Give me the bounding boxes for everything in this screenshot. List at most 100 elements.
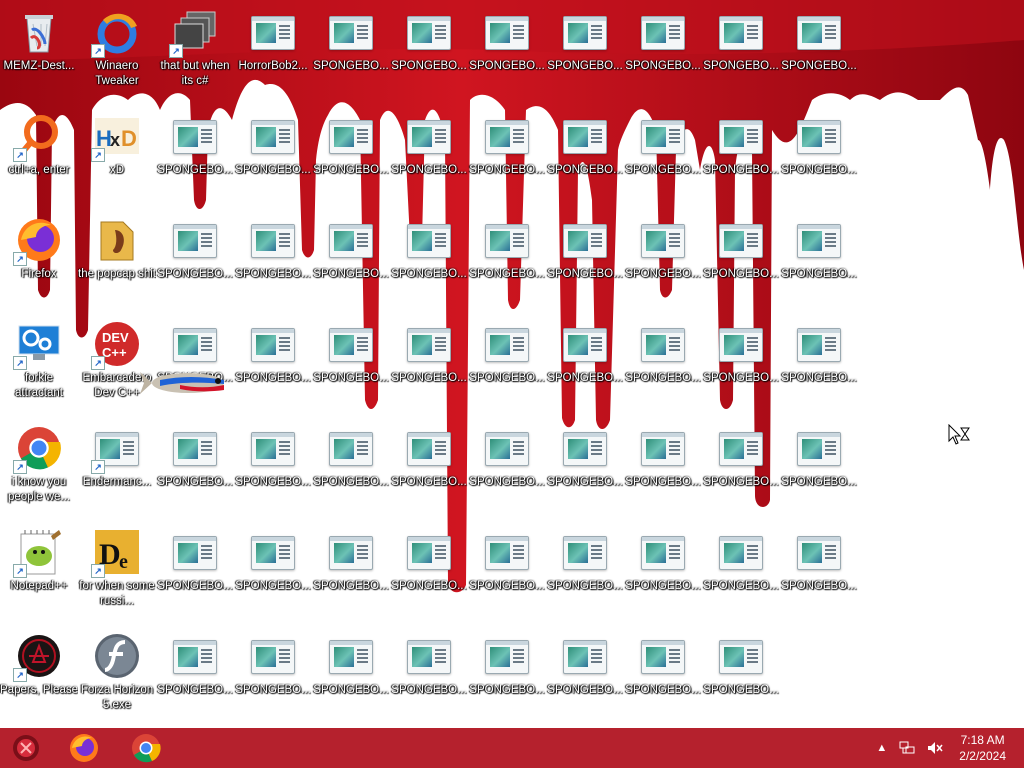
desktop-icon-spongebob[interactable]: SPONGEBO... (702, 624, 780, 728)
desktop-icon-spongebob[interactable]: SPONGEBO... (546, 208, 624, 312)
desktop-icon-spongebob[interactable]: SPONGEBO... (312, 416, 390, 520)
desktop-icon-popcap-folder[interactable]: the popcap shit (78, 208, 156, 312)
desktop-icon-papers-please[interactable]: ↗ Papers, Please (0, 624, 78, 728)
desktop-icon-spongebob[interactable]: SPONGEBO... (390, 104, 468, 208)
desktop-icon-label: SPONGEBO... (157, 268, 233, 280)
desktop-icon-spongebob[interactable]: SPONGEBO... (780, 312, 858, 416)
desktop-icon-spongebob[interactable]: SPONGEBO... (780, 0, 858, 104)
desktop-icon-winaero-tweaker[interactable]: ↗ Winaero Tweaker (78, 0, 156, 104)
clock[interactable]: 7:18 AM 2/2/2024 (959, 732, 1006, 764)
desktop-icon-spongebob[interactable]: SPONGEBO... (390, 0, 468, 104)
desktop-icon-spongebob[interactable]: SPONGEBO... (702, 312, 780, 416)
system-tray: ▲ 7:18 AM 2/2/2024 (870, 728, 1024, 768)
desktop-icon-spongebob[interactable]: SPONGEBO... (702, 208, 780, 312)
desktop-icon-spongebob[interactable]: SPONGEBO... (312, 0, 390, 104)
desktop-icon-spongebob[interactable]: SPONGEBO... (390, 208, 468, 312)
document-icon (249, 8, 297, 56)
desktop-icon-spongebob[interactable]: SPONGEBO... (624, 0, 702, 104)
desktop-icon-spongebob[interactable]: SPONGEBO... (156, 208, 234, 312)
desktop-icon-spongebob[interactable]: SPONGEBO... (702, 520, 780, 624)
desktop-icon-spongebob[interactable]: SPONGEBO... (546, 0, 624, 104)
document-icon (795, 216, 843, 264)
desktop-icon-spongebob[interactable]: SPONGEBO... (234, 520, 312, 624)
desktop-icon-spongebob[interactable]: SPONGEBO... (156, 104, 234, 208)
desktop-icon-label: Winaero Tweaker (95, 60, 139, 87)
desktop-icon-spongebob[interactable]: SPONGEBO... (468, 208, 546, 312)
desktop-icon-spongebob[interactable]: SPONGEBO... (780, 416, 858, 520)
desktop-icon-spongebob[interactable]: SPONGEBO... (390, 416, 468, 520)
desktop-icon-spongebob[interactable]: SPONGEBO... (234, 208, 312, 312)
desktop-icon-spongebob[interactable]: SPONGEBO... (156, 520, 234, 624)
desktop-icon-spongebob[interactable]: SPONGEBO... (234, 416, 312, 520)
document-icon (639, 424, 687, 472)
desktop-icon-spongebob[interactable]: SPONGEBO... (780, 208, 858, 312)
desktop-icon-firefox[interactable]: ↗ Firefox (0, 208, 78, 312)
desktop-icon-spongebob[interactable]: SPONGEBO... (312, 624, 390, 728)
volume-muted-icon[interactable] (927, 741, 943, 755)
desktop-icon-hxd[interactable]: Hx D ↗ xD (78, 104, 156, 208)
desktop-icon-spongebob[interactable]: SPONGEBO... (624, 520, 702, 624)
desktop-icon-spongebob[interactable]: SPONGEBO... (702, 416, 780, 520)
desktop-icon-magnifier-ring[interactable]: ↗ ctrl+a, enter (0, 104, 78, 208)
desktop-icon-spongebob[interactable]: SPONGEBO... (234, 624, 312, 728)
desktop-icon-spongebob[interactable]: SPONGEBO... (624, 104, 702, 208)
desktop-icon-horrorbob[interactable]: HorrorBob2... (234, 0, 312, 104)
desktop-icon-label: that but when its c# (160, 60, 230, 87)
desktop-icon-spongebob[interactable]: SPONGEBO... (312, 208, 390, 312)
desktop-icon-spongebob[interactable]: SPONGEBO... (546, 312, 624, 416)
desktop-icon-label: SPONGEBO... (391, 164, 467, 176)
desktop-icon-spongebob[interactable]: SPONGEBO... (312, 104, 390, 208)
desktop-icon-spongebob[interactable]: SPONGEBO... (312, 520, 390, 624)
desktop-icon-spongebob[interactable]: SPONGEBO... (156, 312, 234, 416)
desktop-icon-label: SPONGEBO... (469, 476, 545, 488)
taskbar-firefox[interactable] (58, 728, 110, 768)
desktop-icon-spongebob[interactable]: SPONGEBO... (312, 312, 390, 416)
desktop-icon-spongebob[interactable]: SPONGEBO... (546, 520, 624, 624)
desktop-icon-spongebob[interactable]: SPONGEBO... (390, 520, 468, 624)
desktop-icon-monitor-gear[interactable]: ↗ forkie attractant (0, 312, 78, 416)
desktop-icon-spongebob[interactable]: SPONGEBO... (468, 416, 546, 520)
desktop-icon-spongebob[interactable]: SPONGEBO... (702, 0, 780, 104)
desktop-icon-spongebob[interactable]: SPONGEBO... (702, 104, 780, 208)
network-icon[interactable] (899, 741, 915, 755)
desktop-icon-spongebob[interactable]: SPONGEBO... (234, 312, 312, 416)
desktop-icon-spongebob[interactable]: SPONGEBO... (468, 104, 546, 208)
desktop-icon-spongebob[interactable]: SPONGEBO... (156, 416, 234, 520)
desktop-icon-spongebob[interactable]: SPONGEBO... (624, 208, 702, 312)
desktop-icon-spongebob[interactable]: SPONGEBO... (468, 0, 546, 104)
document-icon (717, 320, 765, 368)
desktop-icon-notepadpp[interactable]: ↗ Notepad++ (0, 520, 78, 624)
desktop-icon-spongebob[interactable]: SPONGEBO... (468, 312, 546, 416)
desktop-icon-spongebob[interactable]: SPONGEBO... (780, 520, 858, 624)
desktop-icon-window-stack[interactable]: ↗ that but when its c# (156, 0, 234, 104)
desktop-icon-chrome[interactable]: ↗ i know you people we... (0, 416, 78, 520)
desktop-icon-spongebob[interactable]: SPONGEBO... (390, 624, 468, 728)
desktop-icon-spongebob[interactable]: SPONGEBO... (234, 104, 312, 208)
desktop-icon-de[interactable]: De ↗ for when some russi... (78, 520, 156, 624)
monitor-gear-icon: ↗ (13, 320, 63, 370)
desktop-icon-spongebob[interactable]: SPONGEBO... (546, 104, 624, 208)
document-icon (327, 528, 375, 576)
desktop-icon-spongebob[interactable]: SPONGEBO... (624, 416, 702, 520)
desktop-icon-spongebob[interactable]: SPONGEBO... (546, 624, 624, 728)
desktop-icon-devcpp[interactable]: DEV C++ ↗ Embarcadero Dev C++ (78, 312, 156, 416)
desktop-icon-spongebob[interactable]: SPONGEBO... (624, 624, 702, 728)
desktop-icon-recycle-bin[interactable]: MEMZ-Dest... (0, 0, 78, 104)
desktop-icon-spongebob[interactable]: SPONGEBO... (780, 104, 858, 208)
desktop-icon-document[interactable]: ↗ Endermanc... (78, 416, 156, 520)
desktop-icon-spongebob[interactable]: SPONGEBO... (390, 312, 468, 416)
desktop-icon-spongebob[interactable]: SPONGEBO... (468, 624, 546, 728)
desktop-icon-flash[interactable]: Forza Horizon 5.exe (78, 624, 156, 728)
desktop-icon-spongebob[interactable]: SPONGEBO... (546, 416, 624, 520)
taskbar-chrome[interactable] (120, 728, 172, 768)
svg-text:e: e (119, 551, 128, 573)
document-icon (717, 424, 765, 472)
desktop-icon-spongebob[interactable]: SPONGEBO... (468, 520, 546, 624)
desktop-icon-spongebob[interactable]: SPONGEBO... (624, 312, 702, 416)
desktop-icon-spongebob[interactable]: SPONGEBO... (156, 624, 234, 728)
start-button[interactable] (0, 728, 52, 768)
chevron-up-icon[interactable]: ▲ (876, 742, 887, 754)
document-icon (171, 216, 219, 264)
neon-tetra-fish (140, 372, 224, 394)
desktop-icon-label: SPONGEBO... (781, 60, 857, 72)
